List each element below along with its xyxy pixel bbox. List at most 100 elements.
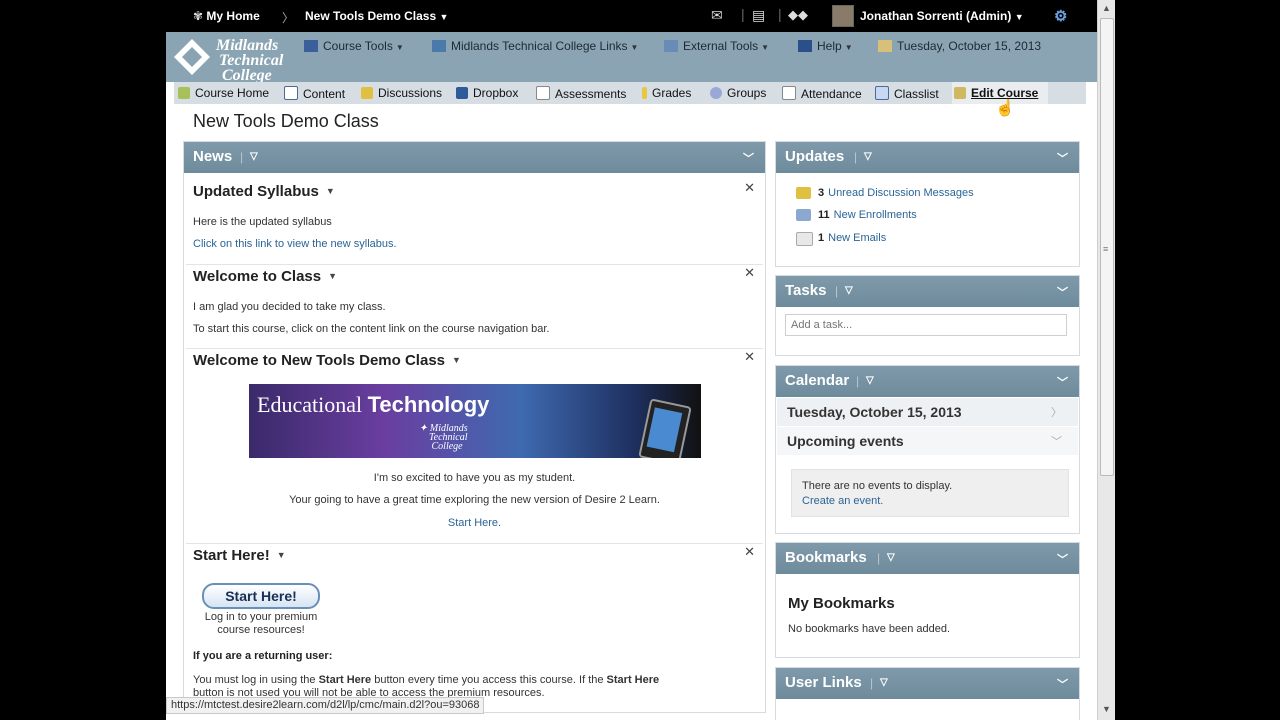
nav-course-home[interactable]: Course Home [178,86,269,100]
add-task-input[interactable] [786,316,1066,334]
caret-down-icon: ▼ [630,43,639,52]
my-home-label: My Home [206,9,260,23]
text-run-bold: Start Here [606,674,660,686]
update-item[interactable]: 11 New Enrollments [796,209,917,221]
text-run: You must log in using the [193,674,319,686]
calendar-date-row[interactable]: Tuesday, October 15, 2013 〉 [777,398,1078,426]
caret-down-icon[interactable]: ▼ [452,355,461,365]
update-item[interactable]: 1 New Emails [796,232,886,246]
current-date: Tuesday, October 15, 2013 [878,39,1041,53]
groups-icon [710,87,722,99]
dismiss-close-icon[interactable]: ✕ [744,349,755,365]
links-icon [432,40,446,52]
email-icon [796,232,813,246]
quiz-icon [536,86,550,100]
user-name: Jonathan Sorrenti (Admin) [860,9,1012,23]
widget-options-icon[interactable]: ▽ [864,151,872,162]
widget-options-icon[interactable]: ▽ [866,375,874,386]
calendar-icon [878,40,892,52]
browser-page: ✾ My Home 〉 New Tools Demo Class ▼ ✉ | ▤… [166,0,1097,720]
message-alerts-icon[interactable]: ✉ [711,7,723,24]
scroll-down-arrow-icon[interactable]: ▼ [1098,701,1115,718]
help-icon [798,40,812,52]
nav-content[interactable]: Content [284,86,345,101]
course-selector[interactable]: New Tools Demo Class ▼ [305,9,448,23]
banner-title-bold: Technology [367,392,490,417]
nav-label: Classlist [894,87,939,101]
collapse-chevron-icon[interactable]: ﹀ [1057,676,1068,692]
menu-mtc-links[interactable]: Midlands Technical College Links ▼ [432,39,638,53]
user-menu[interactable]: Jonathan Sorrenti (Admin) ▼ [860,9,1024,23]
scroll-up-arrow-icon[interactable]: ▲ [1098,0,1115,17]
collapse-chevron-icon[interactable]: ﹀ [1057,374,1068,390]
subscription-alerts-icon[interactable]: ◆◆ [788,7,808,23]
news-item-title[interactable]: Updated Syllabus ▼ [193,183,335,200]
nav-discussions[interactable]: Discussions [361,86,442,100]
collapse-chevron-icon[interactable]: ﹀ [1057,551,1068,567]
start-here-button[interactable]: Start Here! [202,583,320,609]
menu-help[interactable]: Help ▼ [798,39,853,53]
banner-title-text: Educational [257,392,363,417]
widget-options-icon[interactable]: ▽ [887,552,895,563]
menu-course-tools[interactable]: Course Tools ▼ [304,39,404,53]
calendar-widget: Calendar | ▽ ﹀ Tuesday, October 15, 2013… [775,365,1080,534]
news-widget-header: News | ▽ ﹀ [184,142,765,173]
start-here-link-text[interactable]: Start Here. [448,517,501,529]
nav-assessments[interactable]: Assessments [536,86,626,101]
upcoming-events-label: Upcoming events [787,433,904,449]
my-home-link[interactable]: ✾ My Home [193,9,260,23]
home-icon [178,87,190,99]
syllabus-link[interactable]: Click on this link to view the new sylla… [193,238,397,250]
widget-options-icon[interactable]: ▽ [880,677,888,688]
nav-dropbox[interactable]: Dropbox [456,86,518,100]
updates-widget: Updates | ▽ ﹀ 3 Unread Discussion Message… [775,141,1080,267]
dismiss-close-icon[interactable]: ✕ [744,544,755,560]
menu-external-tools[interactable]: External Tools ▼ [664,39,769,53]
bookmarks-heading: My Bookmarks [788,595,895,612]
news-item-title[interactable]: Welcome to Class ▼ [193,268,337,285]
news-item-title[interactable]: Welcome to New Tools Demo Class ▼ [193,352,461,369]
gear-icon[interactable]: ⚙ [1054,7,1067,25]
nav-classlist[interactable]: Classlist [875,86,939,101]
caret-down-icon[interactable]: ▼ [328,271,337,281]
news-item-title[interactable]: Start Here! ▼ [193,547,286,564]
header-divider: | [856,374,860,388]
caret-down-icon[interactable]: ▼ [277,550,286,560]
widget-title: Bookmarks [785,549,867,566]
nav-attendance[interactable]: Attendance [782,86,862,101]
college-logo[interactable]: Midlands Technical College [172,35,300,84]
banner-sub-line: College [431,441,463,452]
collapse-chevron-icon[interactable]: ﹀ [743,150,754,166]
upcoming-events-row[interactable]: Upcoming events ﹀ [777,427,1078,455]
avatar[interactable] [832,5,854,27]
header-divider: | [240,150,244,164]
update-item[interactable]: 3 Unread Discussion Messages [796,187,974,199]
button-caption: Log in to your premium [204,611,318,623]
minibar: ✾ My Home 〉 New Tools Demo Class ▼ ✉ | ▤… [166,0,1097,32]
widget-options-icon[interactable]: ▽ [250,151,258,162]
update-alerts-icon[interactable]: ▤ [752,7,765,24]
menu-label: Midlands Technical College Links [451,39,628,53]
book-icon [284,86,298,100]
collapse-chevron-icon[interactable]: ﹀ [1057,150,1068,166]
tablet-image-icon [638,398,692,458]
dismiss-close-icon[interactable]: ✕ [744,265,755,281]
course-selector-label: New Tools Demo Class [305,9,437,23]
header-divider: | [854,150,858,164]
dismiss-close-icon[interactable]: ✕ [744,180,755,196]
collapse-chevron-icon[interactable]: ﹀ [1057,284,1068,300]
update-label: New Enrollments [833,209,917,221]
divider [186,543,763,544]
news-item-title-text: Welcome to Class [193,268,322,285]
caret-down-icon[interactable]: ▼ [326,186,335,196]
nav-groups[interactable]: Groups [710,86,766,100]
no-bookmarks-text: No bookmarks have been added. [788,623,951,635]
create-event-link[interactable]: Create an event. [802,495,883,507]
nav-grades[interactable]: Grades [642,86,691,100]
news-item-text: Your going to have a great time explorin… [289,494,660,506]
widget-options-icon[interactable]: ▽ [845,285,853,296]
hand-cursor-icon: ☝ [995,100,1015,117]
page-scrollbar[interactable]: ▲ ≡ ▼ [1097,0,1115,720]
menu-label: External Tools [683,39,759,53]
start-here-link: Start Here. [184,517,765,529]
